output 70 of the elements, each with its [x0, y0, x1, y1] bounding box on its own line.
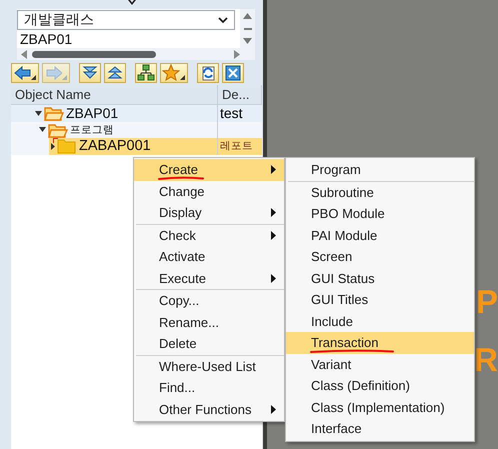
menu-item[interactable]: Transaction — [286, 332, 474, 354]
description-text: 레포트 — [220, 139, 253, 154]
scroll-thumb-icon — [244, 28, 252, 30]
menu-item[interactable]: Program — [286, 159, 474, 180]
submenu-arrow-icon — [271, 208, 276, 218]
toolbar-button[interactable] — [222, 62, 244, 82]
column-header[interactable]: Object Name — [11, 85, 218, 104]
menu-item[interactable]: Rename... — [134, 312, 284, 333]
scroll-down-icon — [243, 38, 252, 44]
chevron-down-icon — [126, 0, 136, 7]
menu-item[interactable]: Class (Implementation) — [286, 396, 474, 418]
expanded-triangle-icon — [35, 110, 42, 116]
menu-item[interactable]: Copy... — [134, 290, 284, 312]
column-header[interactable]: De... — [218, 85, 262, 104]
toolbar-button[interactable] — [11, 62, 39, 82]
tree-node[interactable]: ZBAP01 — [33, 105, 217, 122]
toolbar-button[interactable] — [135, 62, 157, 82]
scroll-up-icon — [243, 13, 252, 19]
menu-item[interactable]: Change — [134, 180, 284, 202]
dropdown-corner-icon — [62, 74, 67, 80]
submenu-arrow-icon — [271, 165, 276, 174]
menu-item[interactable]: Find... — [134, 377, 284, 398]
expanded-triangle-icon — [39, 127, 46, 132]
menu-item[interactable]: Variant — [286, 354, 474, 375]
menu-item[interactable]: GUI Status — [286, 268, 474, 289]
menu-item[interactable]: Execute — [134, 268, 284, 289]
menu-item[interactable]: Interface — [286, 418, 474, 440]
submenu-arrow-icon — [271, 274, 276, 283]
menu-item[interactable]: Where-Used List — [134, 356, 284, 377]
collapsed-triangle-icon — [51, 142, 55, 150]
annotation-underline — [158, 176, 204, 181]
scroll-right-icon — [234, 50, 240, 58]
toolbar-button[interactable] — [104, 62, 126, 82]
collapse-all-icon — [106, 64, 124, 81]
menu-item[interactable]: Class (Definition) — [286, 375, 474, 396]
chevron-down-icon — [218, 16, 228, 24]
menu-item[interactable]: Delete — [134, 333, 284, 354]
menu-item[interactable]: Subroutine — [286, 182, 474, 203]
open-folder-icon — [48, 122, 68, 138]
hierarchy-icon — [137, 64, 155, 81]
dropdown-corner-icon — [31, 74, 36, 80]
star-icon — [162, 64, 180, 81]
close-icon — [224, 64, 242, 81]
menu-item[interactable]: Screen — [286, 246, 474, 268]
open-folder-icon — [44, 105, 64, 122]
expand-all-icon — [81, 64, 99, 81]
menu-item[interactable]: Display — [134, 202, 284, 224]
menu-item[interactable]: GUI Titles — [286, 289, 474, 310]
back-arrow-icon — [13, 64, 31, 81]
menu-item[interactable]: PAI Module — [286, 224, 474, 246]
menu-item[interactable]: Create — [134, 159, 284, 180]
toolbar-button[interactable] — [79, 62, 101, 82]
toolbar-button[interactable] — [197, 62, 219, 82]
class-dropdown[interactable]: 개발클래스 — [17, 10, 235, 30]
submenu-arrow-icon — [271, 230, 276, 240]
submenu-arrow-icon — [271, 404, 276, 414]
forward-arrow-icon — [44, 64, 62, 81]
dropdown-corner-icon — [180, 74, 185, 80]
menu-item[interactable]: Check — [134, 224, 284, 246]
tree-node[interactable]: ZABAP001 — [49, 138, 217, 154]
banner-letter: R — [474, 343, 498, 376]
description-text: test — [220, 105, 243, 122]
banner-letter: P — [476, 285, 498, 318]
object-name-field[interactable]: ZBAP01 — [17, 30, 240, 48]
menu-item[interactable]: Activate — [134, 246, 284, 268]
menu-item[interactable]: Include — [286, 310, 474, 332]
scroll-left-icon — [21, 50, 27, 58]
scrollbar-thumb[interactable] — [32, 50, 156, 58]
menu-item[interactable]: Other Functions — [134, 398, 284, 420]
menu-item[interactable]: PBO Module — [286, 203, 474, 224]
